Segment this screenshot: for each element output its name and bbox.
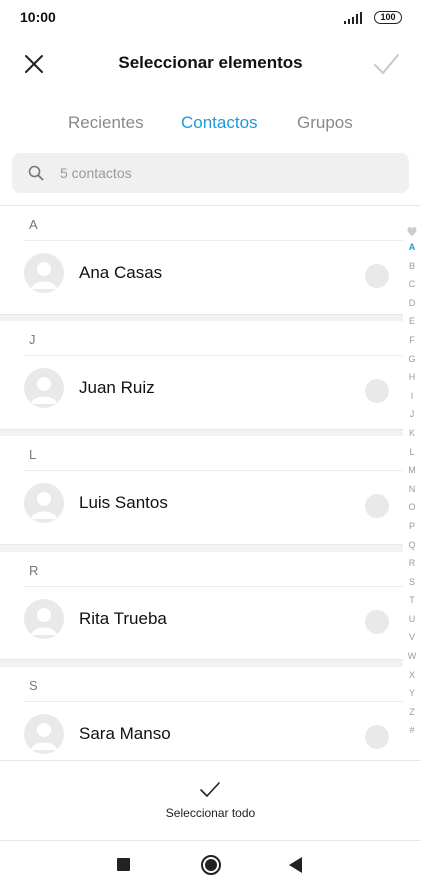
contact-section: A Ana Casas (0, 206, 403, 314)
index-letter[interactable]: T (403, 591, 421, 610)
select-all-bar: Seleccionar todo (0, 760, 421, 840)
index-letter[interactable]: A (403, 238, 421, 257)
index-letter[interactable]: N (403, 480, 421, 499)
index-letter[interactable]: E (403, 312, 421, 331)
avatar-icon (24, 368, 64, 409)
index-letter[interactable]: S (403, 573, 421, 592)
section-gap (0, 313, 403, 322)
index-letter[interactable]: C (403, 275, 421, 294)
heart-icon[interactable] (403, 224, 421, 238)
section-letter: A (29, 217, 38, 232)
contact-section: L Luis Santos (0, 436, 403, 544)
avatar-icon (24, 483, 64, 524)
select-checkbox[interactable] (365, 379, 389, 404)
index-letter[interactable]: J (403, 405, 421, 424)
divider (25, 470, 403, 472)
avatar-icon (24, 598, 64, 639)
system-nav-bar (0, 840, 421, 890)
contact-section: J Juan Ruiz (0, 321, 403, 429)
contact-name[interactable]: Ana Casas (79, 263, 162, 283)
contact-list: A Ana Casas J Juan Ruiz L Luis Santos R … (0, 206, 403, 797)
avatar-icon (24, 713, 64, 754)
index-letter[interactable]: # (403, 721, 421, 740)
index-letter[interactable]: V (403, 628, 421, 647)
contact-section: S Sara Manso (0, 666, 403, 775)
search-icon (28, 165, 44, 181)
index-letter[interactable]: D (403, 294, 421, 313)
select-checkbox[interactable] (365, 264, 389, 288)
index-letter[interactable]: F (403, 331, 421, 350)
contact-name[interactable]: Juan Ruiz (79, 378, 155, 398)
divider (25, 355, 403, 357)
section-letter: L (29, 447, 37, 463)
status-time: 10:00 (20, 9, 56, 25)
status-bar: 10:00 100 (0, 0, 421, 36)
contact-name[interactable]: Rita Trueba (79, 609, 167, 629)
header: Seleccionar elementos (0, 36, 421, 92)
search-input[interactable] (60, 153, 390, 193)
select-all-check-icon[interactable] (198, 780, 222, 800)
index-letter[interactable]: W (403, 647, 421, 666)
index-letter[interactable]: R (403, 554, 421, 573)
select-checkbox[interactable] (365, 609, 389, 634)
avatar-icon (24, 253, 64, 293)
index-letter[interactable]: U (403, 610, 421, 629)
contact-section: R Rita Trueba (0, 551, 403, 660)
select-checkbox[interactable] (365, 724, 389, 749)
select-checkbox[interactable] (365, 494, 389, 519)
check-icon[interactable] (370, 48, 402, 80)
index-letter[interactable]: I (403, 387, 421, 406)
signal-icon (344, 12, 362, 24)
home-icon[interactable] (201, 855, 221, 875)
tab-bar: Recientes Contactos Grupos (0, 105, 421, 141)
battery-icon: 100 (374, 11, 402, 24)
section-gap (0, 543, 403, 552)
divider (25, 240, 403, 241)
contact-name[interactable]: Sara Manso (79, 724, 171, 744)
index-letter[interactable]: O (403, 498, 421, 517)
index-letter[interactable]: K (403, 424, 421, 443)
battery-level: 100 (380, 12, 396, 22)
index-letter[interactable]: L (403, 443, 421, 462)
tab-recientes[interactable]: Recientes (68, 113, 144, 133)
index-letter[interactable]: M (403, 461, 421, 480)
contact-name[interactable]: Luis Santos (79, 493, 168, 513)
index-letter[interactable]: Q (403, 536, 421, 555)
alphabet-index[interactable]: A B C D E F G H I J K L M N O P Q R S T U V W X Y Z # (403, 224, 421, 740)
search-box (12, 153, 409, 193)
divider (25, 585, 403, 587)
index-letter[interactable]: B (403, 257, 421, 276)
tab-contactos[interactable]: Contactos (181, 113, 258, 133)
index-letter[interactable]: H (403, 368, 421, 387)
section-letter: J (29, 332, 36, 348)
tab-grupos[interactable]: Grupos (297, 113, 353, 133)
back-icon[interactable] (289, 857, 302, 873)
recents-icon[interactable] (117, 858, 130, 871)
section-letter: R (29, 562, 39, 578)
index-letter[interactable]: Z (403, 703, 421, 722)
index-letter[interactable]: P (403, 517, 421, 536)
divider (25, 700, 403, 702)
index-letter[interactable]: X (403, 666, 421, 685)
select-all-button[interactable]: Seleccionar todo (0, 806, 421, 820)
section-letter: S (29, 677, 38, 693)
page-title: Seleccionar elementos (118, 53, 303, 72)
section-gap (0, 659, 403, 667)
index-letter[interactable]: G (403, 350, 421, 369)
index-letter[interactable]: Y (403, 684, 421, 703)
section-gap (0, 428, 403, 437)
